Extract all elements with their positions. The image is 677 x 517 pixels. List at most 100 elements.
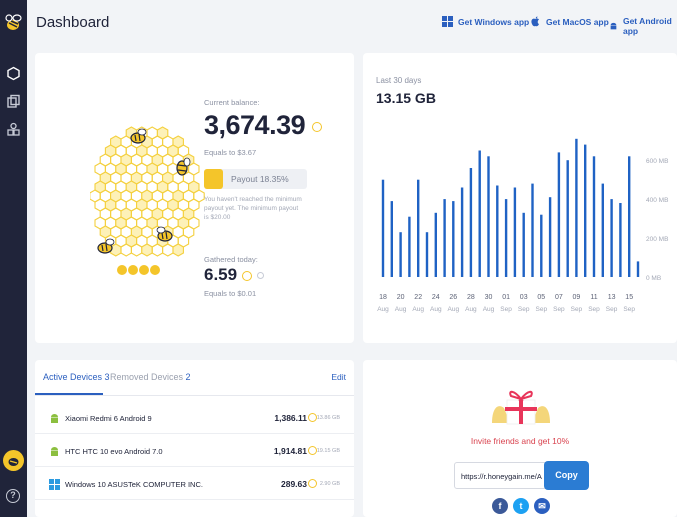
- x-tick-month: Sep: [606, 306, 618, 313]
- x-tick-day: 18: [379, 294, 387, 301]
- bee-logo-icon[interactable]: [3, 12, 24, 34]
- edit-devices-link[interactable]: Edit: [331, 372, 346, 382]
- chart-bar[interactable]: [566, 160, 569, 277]
- android-icon: [610, 22, 617, 29]
- x-tick-month: Aug: [395, 306, 407, 313]
- honeycomb-cell: [130, 243, 143, 257]
- y-tick-label: 600 MB: [646, 158, 668, 165]
- chart-bar[interactable]: [417, 179, 420, 277]
- device-amount: 289.63: [281, 479, 307, 489]
- honey-coin-icon: [308, 413, 317, 422]
- chart-bar[interactable]: [592, 156, 596, 277]
- chart-bar[interactable]: [478, 150, 481, 278]
- table-row[interactable]: HTC HTC 10 evo Android 7.0 1,914.81 19.1…: [35, 435, 354, 467]
- info-icon[interactable]: [256, 272, 264, 280]
- x-tick-day: 09: [573, 294, 581, 301]
- traffic-chart-card: Last 30 days 13.15 GB 0 MB 200 MB 400 MB 60…: [363, 53, 677, 343]
- gathered-today-equals: Equals to $0.01: [204, 289, 257, 298]
- current-balance-value: 3,674.39: [204, 110, 323, 141]
- chart-bar[interactable]: [513, 187, 517, 278]
- device-traffic: 13.86 GB: [316, 415, 340, 421]
- y-tick-label: 400 MB: [646, 197, 668, 204]
- x-tick-month: Sep: [536, 306, 548, 313]
- honeycomb-cell: [120, 243, 132, 257]
- tab-removed-devices-label: Removed Devices: [110, 372, 184, 382]
- chart-bar[interactable]: [504, 199, 508, 277]
- chart-bar[interactable]: [460, 187, 464, 278]
- x-tick-month: Sep: [623, 306, 635, 313]
- tab-removed-devices[interactable]: Removed Devices 2: [110, 372, 191, 382]
- help-icon[interactable]: ?: [6, 489, 20, 503]
- chart-bar[interactable]: [540, 214, 543, 277]
- x-tick-day: 03: [520, 294, 528, 301]
- referral-link-field[interactable]: https://r.honeygain.me/A: [454, 462, 546, 489]
- get-macos-app-link[interactable]: Get MacOS app: [530, 16, 609, 27]
- app-link-label: Get MacOS app: [546, 16, 609, 27]
- device-name: Xiaomi Redmi 6 Android 9: [65, 414, 152, 423]
- sidebar: ?: [0, 0, 27, 517]
- chart-bar[interactable]: [408, 216, 411, 277]
- table-row[interactable]: Xiaomi Redmi 6 Android 9 1,386.11 13.86 …: [35, 402, 354, 434]
- tab-divider: [35, 395, 354, 396]
- honey-coin-icon: [312, 121, 323, 132]
- apple-icon: [531, 16, 539, 27]
- x-tick-month: Aug: [412, 306, 424, 313]
- honeycomb-cell: [151, 243, 164, 257]
- tab-active-devices[interactable]: Active Devices 3: [43, 372, 110, 382]
- chart-bar[interactable]: [601, 183, 604, 277]
- chart-bar[interactable]: [399, 232, 402, 277]
- invite-card: Invite friends and get 10% https://r.hon…: [363, 360, 677, 517]
- chart-bar[interactable]: [636, 261, 640, 277]
- device-amount: 1,386.11: [274, 413, 307, 423]
- chart-bar[interactable]: [619, 203, 622, 277]
- chart-bar[interactable]: [628, 156, 631, 277]
- honeycomb-cell: [162, 243, 174, 257]
- chart-bar[interactable]: [425, 232, 429, 277]
- shapes-icon[interactable]: [6, 122, 21, 137]
- x-tick-day: 30: [485, 294, 493, 301]
- bar-chart: 0 MB 200 MB 400 MB 600 MB 18 Aug 20 Aug 22 Aug 24 A…: [377, 138, 668, 313]
- chart-bar[interactable]: [522, 212, 525, 277]
- facebook-icon[interactable]: f: [492, 498, 508, 514]
- payout-progress-fill: [204, 169, 223, 189]
- chart-bar[interactable]: [575, 138, 578, 277]
- chart-bar[interactable]: [531, 183, 534, 277]
- chart-bar[interactable]: [610, 199, 613, 277]
- avatar[interactable]: [3, 450, 24, 471]
- chart-bar[interactable]: [548, 197, 552, 277]
- y-tick-label: 200 MB: [646, 236, 668, 243]
- x-tick-month: Aug: [448, 306, 460, 313]
- gathered-today-label: Gathered today:: [204, 255, 258, 264]
- email-icon[interactable]: ✉: [534, 498, 550, 514]
- chart-bar[interactable]: [434, 212, 437, 277]
- twitter-icon[interactable]: t: [513, 498, 529, 514]
- honeycomb-cell: [172, 243, 184, 257]
- x-tick-month: Sep: [518, 306, 530, 313]
- table-row[interactable]: Windows 10 ASUSTeK COMPUTER INC. 289.63 …: [35, 468, 354, 500]
- current-balance-label: Current balance:: [204, 98, 260, 107]
- chart-bar[interactable]: [452, 201, 455, 277]
- chart-bar[interactable]: [557, 152, 561, 277]
- gift-icon: [492, 390, 550, 425]
- chart-bar[interactable]: [487, 156, 490, 277]
- app-link-label: Get Windows app: [458, 16, 530, 27]
- x-tick-day: 05: [537, 294, 545, 301]
- honey-coin-icon: [241, 270, 252, 281]
- chart-bar[interactable]: [381, 179, 385, 277]
- page-title: Dashboard: [36, 14, 110, 31]
- chart-bar[interactable]: [469, 168, 473, 277]
- x-tick-month: Aug: [430, 306, 442, 313]
- chart-bar[interactable]: [390, 201, 393, 277]
- chart-bar[interactable]: [443, 199, 446, 277]
- chart-bar[interactable]: [496, 185, 499, 278]
- hexagon-icon[interactable]: [6, 66, 21, 81]
- balance-equals: Equals to $3.67: [204, 148, 257, 157]
- get-windows-app-link[interactable]: Get Windows app: [442, 16, 529, 27]
- android-icon: [51, 414, 58, 423]
- gathered-today-value: 6.59: [204, 265, 264, 285]
- devices-icon[interactable]: [6, 94, 21, 109]
- get-android-app-link[interactable]: Get Android app: [609, 16, 677, 36]
- copy-button[interactable]: Copy: [544, 461, 589, 490]
- chart-bar[interactable]: [584, 144, 587, 277]
- x-tick-month: Sep: [553, 306, 565, 313]
